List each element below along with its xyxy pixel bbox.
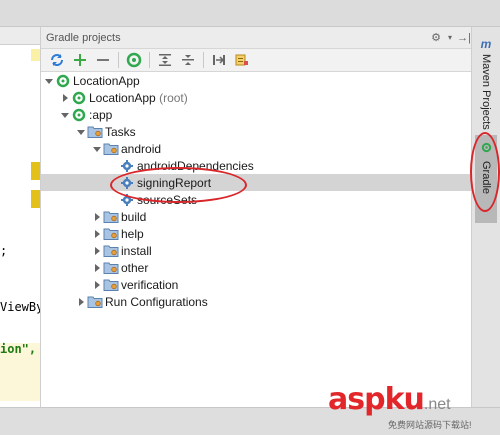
task-folder-icon bbox=[103, 243, 119, 259]
collapsed-arrow-icon[interactable] bbox=[75, 293, 87, 310]
annotation-ellipse-gradle-tab bbox=[470, 132, 500, 212]
collapsed-arrow-icon[interactable] bbox=[91, 276, 103, 293]
gradle-task-tree: LocationApp LocationApp (root) :app Task… bbox=[41, 72, 471, 310]
tree-node-root-project[interactable]: LocationApp bbox=[41, 72, 471, 89]
editor-gutter-marker bbox=[31, 49, 40, 61]
tree-node-label: verification bbox=[121, 277, 179, 292]
tree-node-other[interactable]: other bbox=[41, 259, 471, 276]
tree-node-android[interactable]: android bbox=[41, 140, 471, 157]
tree-node-label: android bbox=[121, 141, 162, 156]
refresh-icon[interactable] bbox=[47, 50, 67, 70]
gradle-project-icon bbox=[71, 90, 87, 106]
tree-node-label: build bbox=[121, 209, 147, 224]
settings-gear-icon[interactable]: ⚙ bbox=[429, 31, 443, 44]
editor-warning-marker bbox=[31, 190, 40, 208]
task-folder-icon bbox=[87, 294, 103, 310]
expanded-arrow-icon[interactable] bbox=[43, 72, 55, 89]
expanded-arrow-icon[interactable] bbox=[75, 123, 87, 140]
task-folder-icon bbox=[103, 209, 119, 225]
tree-node-app-module[interactable]: :app bbox=[41, 106, 471, 123]
watermark-tagline: 免费网站源码下载站! bbox=[388, 420, 472, 430]
tree-node-root-module[interactable]: LocationApp (root) bbox=[41, 89, 471, 106]
expanded-arrow-icon[interactable] bbox=[91, 140, 103, 157]
code-fragment: ViewBy bbox=[0, 300, 41, 314]
collapsed-arrow-icon[interactable] bbox=[91, 242, 103, 259]
execute-task-icon[interactable] bbox=[124, 50, 144, 70]
toolbar-separator bbox=[118, 52, 119, 68]
tree-node-label: help bbox=[121, 226, 144, 241]
tree-node-tasks[interactable]: Tasks bbox=[41, 123, 471, 140]
dropdown-arrow-icon[interactable]: ▾ bbox=[443, 33, 457, 42]
module-suffix: (root) bbox=[159, 90, 188, 105]
collapsed-arrow-icon[interactable] bbox=[91, 259, 103, 276]
maven-icon: m bbox=[480, 37, 492, 51]
editor-warning-marker bbox=[31, 162, 40, 180]
tree-node-help[interactable]: help bbox=[41, 225, 471, 242]
toggle-offline-icon[interactable] bbox=[209, 50, 229, 70]
tree-node-label: LocationApp bbox=[73, 73, 140, 88]
task-folder-icon bbox=[87, 124, 103, 140]
site-watermark-logo: aspku.net 免费网站源码下载站! bbox=[328, 382, 472, 430]
panel-title: Gradle projects bbox=[46, 31, 121, 44]
maven-projects-tab[interactable]: m Maven Projects bbox=[475, 37, 497, 130]
collapsed-arrow-icon[interactable] bbox=[91, 208, 103, 225]
gradle-project-icon bbox=[55, 73, 71, 89]
task-folder-icon bbox=[103, 277, 119, 293]
tree-node-build[interactable]: build bbox=[41, 208, 471, 225]
toolbar-separator bbox=[203, 52, 204, 68]
task-folder-icon bbox=[103, 226, 119, 242]
task-folder-icon bbox=[103, 141, 119, 157]
tree-node-label: install bbox=[121, 243, 152, 258]
gradle-projects-panel: Gradle projects ⚙ ▾ →| LocationApp Locat… bbox=[41, 27, 472, 407]
collapsed-arrow-icon[interactable] bbox=[59, 89, 71, 106]
gradle-project-icon bbox=[71, 107, 87, 123]
tree-node-task-signing-report[interactable]: signingReport bbox=[41, 174, 471, 191]
tab-label: Maven Projects bbox=[480, 54, 492, 130]
remove-icon[interactable] bbox=[93, 50, 113, 70]
tree-node-install[interactable]: install bbox=[41, 242, 471, 259]
collapse-all-icon[interactable] bbox=[178, 50, 198, 70]
toolbar-separator bbox=[149, 52, 150, 68]
module-name: LocationApp bbox=[89, 90, 156, 105]
tree-node-label: :app bbox=[89, 107, 113, 122]
tree-node-task-android-dependencies[interactable]: androidDependencies bbox=[41, 157, 471, 174]
collapsed-arrow-icon[interactable] bbox=[91, 225, 103, 242]
panel-toolbar bbox=[41, 49, 471, 72]
tree-node-label: Run Configurations bbox=[105, 294, 208, 309]
editor-tab-strip bbox=[0, 27, 40, 45]
show-dependencies-icon[interactable] bbox=[232, 50, 252, 70]
expand-all-icon[interactable] bbox=[155, 50, 175, 70]
code-editor-fragment[interactable]: ; ViewBy ion", bbox=[0, 27, 41, 407]
app-window: ; ViewBy ion", Gradle projects ⚙ ▾ →| Lo… bbox=[0, 0, 500, 435]
expanded-arrow-icon[interactable] bbox=[59, 106, 71, 123]
hide-panel-icon[interactable]: →| bbox=[457, 32, 471, 44]
tree-node-run-configurations[interactable]: Run Configurations bbox=[41, 293, 471, 310]
code-fragment: ; bbox=[0, 244, 8, 258]
annotation-ellipse-signing-report bbox=[110, 167, 247, 203]
task-folder-icon bbox=[103, 260, 119, 276]
panel-titlebar: Gradle projects ⚙ ▾ →| bbox=[41, 27, 471, 49]
tree-node-label: other bbox=[121, 260, 149, 275]
tree-node-verification[interactable]: verification bbox=[41, 276, 471, 293]
top-strip bbox=[0, 0, 500, 27]
add-icon[interactable] bbox=[70, 50, 90, 70]
right-tool-window-strip: m Maven Projects Gradle bbox=[472, 27, 500, 407]
tree-node-task-source-sets[interactable]: sourceSets bbox=[41, 191, 471, 208]
code-string-fragment: ion", bbox=[0, 342, 37, 356]
tree-node-label: LocationApp (root) bbox=[89, 91, 188, 105]
tree-node-label: Tasks bbox=[105, 124, 136, 139]
